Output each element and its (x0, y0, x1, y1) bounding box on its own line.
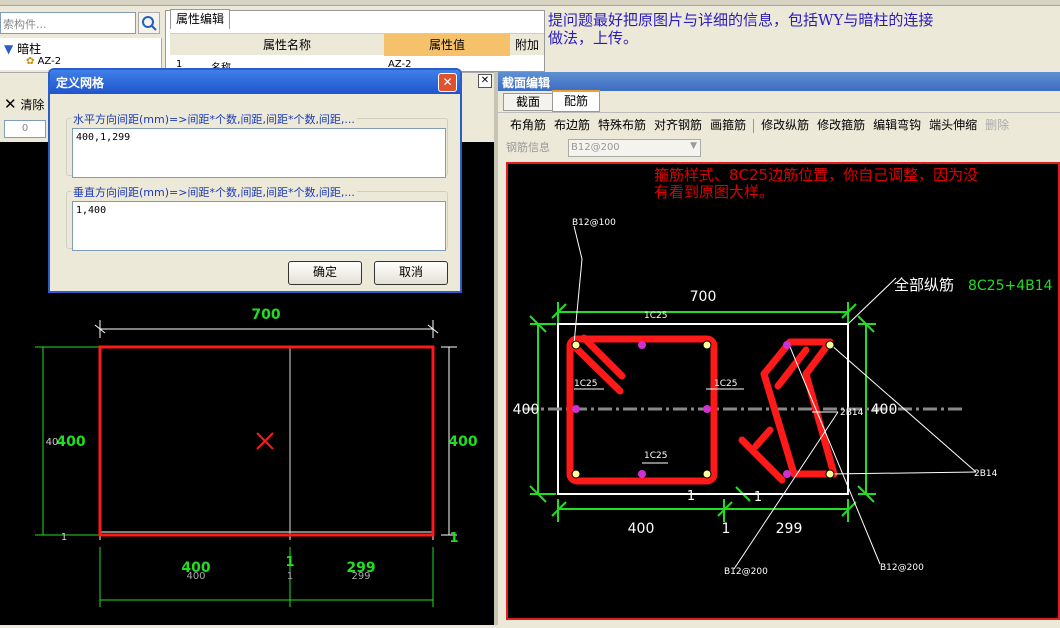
tool-edit-long-bar[interactable]: 修改纵筋 (757, 113, 813, 137)
property-table-header: 属性名称 属性值 附加 (170, 33, 544, 56)
tree-child-label: AZ-2 (37, 56, 62, 67)
section-dim-right: 400 (871, 402, 898, 418)
chevron-down-icon: ▼ (690, 141, 697, 151)
close-panel-button[interactable]: ✕ (478, 74, 492, 88)
dim-left-bottom: 1 (61, 532, 67, 543)
filter-icon: ▼ (4, 42, 14, 56)
tool-draw-stirrup[interactable]: 画箍筋 (706, 113, 750, 137)
tool-edit-hook[interactable]: 编辑弯钩 (869, 113, 925, 137)
section-dim-left: 400 (513, 402, 540, 418)
tree-item-anzhu[interactable]: ▼ 暗柱 (4, 40, 41, 57)
dim-bottom-2: 1 (285, 555, 294, 570)
dim-right-bottom: 1 (449, 531, 458, 546)
col-header-name: 属性名称 (262, 38, 311, 52)
label-stirrup-bottom-left: B12@200 (724, 567, 768, 577)
total-rebar-value: 8C25+4B14 (968, 278, 1053, 294)
dim-right: 400 (448, 434, 477, 450)
section-dim-bottom-3: 299 (776, 521, 803, 537)
rebar-toolbar: 布角筋 布边筋 特殊布筋 对齐钢筋 画箍筋 修改纵筋 修改箍筋 编辑弯钩 端头伸缩 删除 (498, 112, 1060, 137)
clear-label: 清除 (20, 98, 45, 112)
forum-note-top: 提问题最好把原图片与详细的信息，包括WY与暗柱的连接 做法，上传。 (548, 11, 1058, 47)
total-rebar-label: 全部纵筋 (894, 276, 954, 294)
note-line-2: 做法，上传。 (548, 29, 639, 47)
close-x-icon: ✕ (4, 95, 17, 113)
tab-rebar[interactable]: 配筋 (552, 90, 600, 112)
cancel-button[interactable]: 取消 (374, 261, 448, 285)
dim-bottom-small-2: 1 (287, 571, 293, 582)
define-grid-dialog: 定义网格 ✕ 水平方向间距(mm)=>间距*个数,间距,间距*个数,间距,...… (48, 68, 462, 293)
tool-edit-stirrup[interactable]: 修改箍筋 (813, 113, 869, 137)
section-inner-mark-2: 1 (754, 490, 762, 505)
tool-align-bar[interactable]: 对齐钢筋 (650, 113, 706, 137)
h-spacing-input[interactable]: 400,1,299 (72, 128, 446, 178)
label-bar-b14-right: 2B14 (974, 469, 998, 479)
label-bar-bottom: 1C25 (644, 451, 667, 461)
rebar-info-select[interactable]: B12@200 ▼ (568, 139, 701, 157)
col-header-extra: 附加 (514, 38, 539, 52)
component-tree: ▼ 暗柱 ✿ AZ-2 (0, 38, 162, 70)
component-icon: ✿ (26, 56, 35, 67)
dim-bottom-small-1: 400 (186, 571, 205, 582)
section-editor-title: 截面编辑 (498, 72, 1060, 91)
spin-input[interactable]: 0 (4, 120, 46, 138)
label-bar-mid: 1C25 (714, 379, 737, 389)
h-spacing-label: 水平方向间距(mm)=>间距*个数,间距,间距*个数,间距,... (71, 111, 357, 127)
tree-item-az2[interactable]: ✿ AZ-2 (26, 56, 61, 67)
section-dim-top: 700 (690, 289, 717, 305)
section-drawing: 箍筋样式、8C25边筋位置，你自己调整，因为没 有看到原图大样。 700 400… (513, 166, 1053, 577)
tab-section[interactable]: 截面 (503, 93, 553, 111)
rebar-info-label: 钢筋信息 (506, 141, 550, 154)
tab-property-edit[interactable]: 属性编辑 (170, 9, 230, 29)
property-editor: 属性编辑 属性名称 属性值 附加 1 名称 AZ-2 (165, 9, 545, 74)
col-header-value: 属性值 (384, 34, 510, 56)
section-dim-bottom-2: 1 (722, 521, 731, 537)
label-stirrup-top: B12@100 (572, 218, 616, 228)
tree-item-label: 暗柱 (17, 42, 42, 56)
tool-delete[interactable]: 删除 (981, 113, 1013, 137)
v-spacing-label: 垂直方向间距(mm)=>间距*个数,间距,间距*个数,间距,... (71, 184, 357, 200)
dialog-close-button[interactable]: ✕ (438, 73, 457, 92)
close-icon: ✕ (442, 75, 453, 89)
label-bar-b14: 2B14 (840, 408, 864, 418)
dim-left-small: 40 (46, 437, 59, 448)
tool-special-bar[interactable]: 特殊布筋 (594, 113, 650, 137)
rebar-info-value: B12@200 (571, 142, 620, 153)
clear-button[interactable]: ✕ 清除 (4, 95, 44, 113)
component-search-input[interactable]: 索构件... (0, 12, 136, 34)
ok-button[interactable]: 确定 (288, 261, 362, 285)
section-canvas[interactable]: 箍筋样式、8C25边筋位置，你自己调整，因为没 有看到原图大样。 700 400… (506, 162, 1060, 620)
section-note-line-2: 有看到原图大样。 (654, 183, 774, 201)
top-toolbar-strip (0, 0, 1060, 6)
close-icon: ✕ (480, 75, 490, 86)
search-icon (142, 16, 157, 31)
dim-bottom-small-3: 299 (351, 571, 370, 582)
search-button[interactable] (138, 12, 160, 34)
tool-end-extend[interactable]: 端头伸缩 (925, 113, 981, 137)
toolbar-separator (753, 118, 755, 133)
label-bar-left: 1C25 (574, 379, 597, 389)
center-x-marker (256, 432, 274, 450)
label-stirrup-bottom-right: B12@200 (880, 563, 924, 573)
section-dim-bottom-1: 400 (628, 521, 655, 537)
dim-left: 400 (56, 434, 85, 450)
tool-corner-bar[interactable]: 布角筋 (506, 113, 550, 137)
dim-top: 700 (251, 307, 280, 323)
section-note-line-1: 箍筋样式、8C25边筋位置，你自己调整，因为没 (654, 166, 978, 184)
tool-edge-bar[interactable]: 布边筋 (550, 113, 594, 137)
section-inner-mark-1: 1 (687, 489, 695, 504)
label-bar-top: 1C25 (644, 311, 667, 321)
v-spacing-input[interactable]: 1,400 (72, 201, 446, 251)
note-line-1: 提问题最好把原图片与详细的信息，包括WY与暗柱的连接 (548, 11, 934, 29)
dialog-title: 定义网格 (50, 70, 460, 94)
